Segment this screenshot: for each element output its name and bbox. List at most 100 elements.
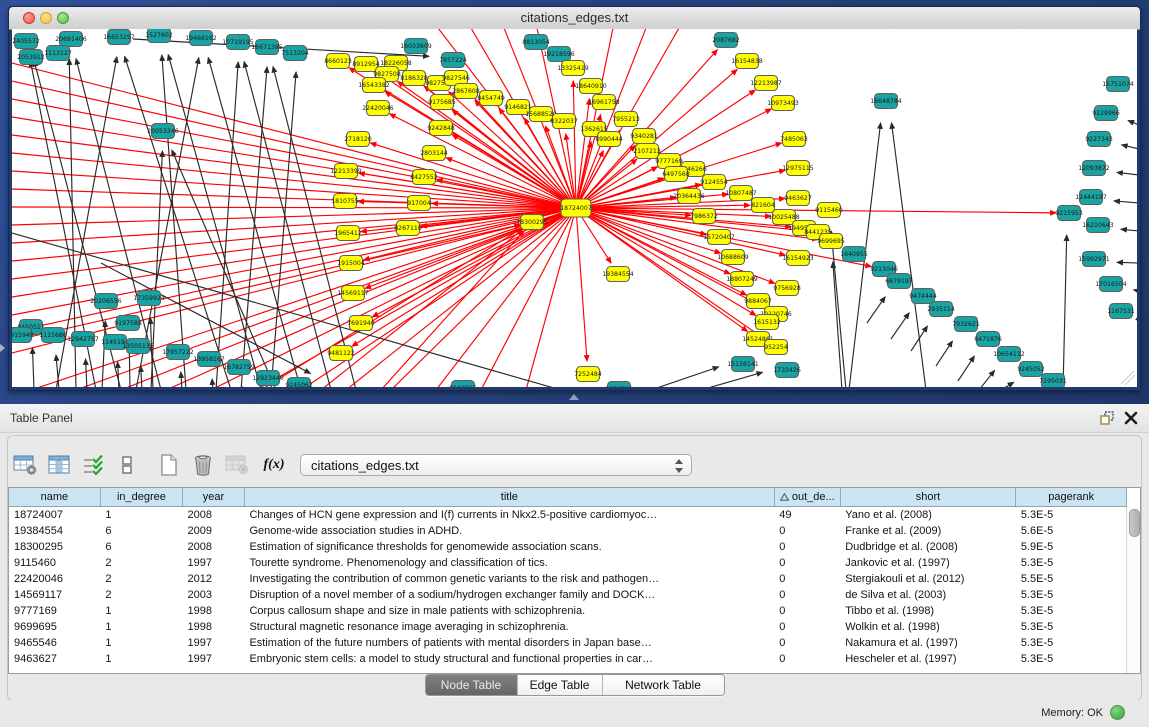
graph-node[interactable]: 9245062: [285, 378, 313, 388]
graph-node[interactable]: 8660123: [324, 54, 352, 69]
column-header-out_de[interactable]: out_de...: [774, 488, 840, 507]
table-cell[interactable]: 0: [774, 539, 840, 555]
table-cell[interactable]: 9777169: [9, 603, 100, 619]
table-cell[interactable]: 1: [100, 651, 182, 667]
graph-node[interactable]: 20691406: [55, 32, 87, 47]
graph-node[interactable]: 2718120: [344, 132, 372, 147]
graph-node[interactable]: 13325419: [557, 61, 589, 76]
network-window-titlebar[interactable]: citations_edges.txt: [9, 7, 1140, 30]
graph-node[interactable]: 9215953: [1055, 206, 1083, 221]
graph-node[interactable]: 1167531: [1107, 304, 1135, 319]
table-vertical-scrollbar[interactable]: [1126, 507, 1140, 673]
table-cell[interactable]: 5.3E-5: [1016, 587, 1127, 603]
graph-node[interactable]: 9340281: [630, 129, 658, 144]
table-cell[interactable]: 9699695: [9, 619, 100, 635]
column-header-in_degree[interactable]: in_degree: [100, 488, 182, 507]
table-cell[interactable]: Estimation of the future numbers of pati…: [244, 635, 774, 651]
memory-ok-indicator[interactable]: [1110, 705, 1125, 720]
table-cell[interactable]: 0: [774, 571, 840, 587]
table-panel-titlebar[interactable]: Table Panel: [0, 404, 1149, 433]
create-column-button[interactable]: [152, 450, 186, 480]
table-cell[interactable]: 1997: [183, 635, 245, 651]
table-cell[interactable]: 1997: [183, 651, 245, 667]
table-row[interactable]: 946554611997Estimation of the future num…: [9, 635, 1127, 651]
table-cell[interactable]: 1: [100, 635, 182, 651]
delete-column-button[interactable]: [186, 450, 220, 480]
graph-node[interactable]: 12942757: [67, 332, 99, 347]
table-cell[interactable]: Corpus callosum shape and size in male p…: [244, 603, 774, 619]
table-cell[interactable]: 0: [774, 635, 840, 651]
graph-node[interactable]: 16154838: [731, 54, 763, 69]
table-cell[interactable]: Wolkin et al. (1998): [840, 619, 1016, 635]
table-row[interactable]: 1830029562008Estimation of significance …: [9, 539, 1127, 555]
table-cell[interactable]: 5.3E-5: [1016, 555, 1127, 571]
graph-node[interactable]: 8186328: [400, 71, 428, 86]
table-cell[interactable]: 5.5E-5: [1016, 571, 1127, 587]
show-columns-button[interactable]: [42, 450, 76, 480]
table-cell[interactable]: 1: [100, 619, 182, 635]
graph-node[interactable]: 17957222: [162, 345, 194, 360]
graph-node[interactable]: 7857224: [439, 53, 467, 68]
graph-node[interactable]: 7955213: [612, 112, 640, 127]
table-cell[interactable]: 0: [774, 603, 840, 619]
delete-table-button[interactable]: [220, 450, 254, 480]
table-cell[interactable]: Jankovic et al. (1997): [840, 555, 1016, 571]
table-row[interactable]: 946362711997Embryonic stem cells: a mode…: [9, 651, 1127, 667]
table-cell[interactable]: Investigating the contribution of common…: [244, 571, 774, 587]
table-cell[interactable]: Tibbo et al. (1998): [840, 603, 1016, 619]
table-cell[interactable]: Genome-wide association studies in ADHD.: [244, 523, 774, 539]
table-cell[interactable]: 5.3E-5: [1016, 603, 1127, 619]
graph-node[interactable]: 2803144: [420, 146, 448, 161]
table-row[interactable]: 2242004622012Investigating the contribut…: [9, 571, 1127, 587]
graph-node[interactable]: 13505135: [122, 339, 154, 354]
graph-node[interactable]: 16543382: [358, 78, 390, 93]
table-cell[interactable]: Franke et al. (2009): [840, 523, 1016, 539]
graph-node[interactable]: 9115460: [815, 203, 843, 218]
graph-node[interactable]: 952254: [764, 340, 788, 355]
graph-node[interactable]: 16782759: [223, 360, 255, 375]
graph-node[interactable]: 18640910: [575, 79, 607, 94]
table-cell[interactable]: Yano et al. (2008): [840, 507, 1016, 524]
graph-node[interactable]: 7513204: [281, 46, 309, 61]
graph-node[interactable]: 16033809: [400, 39, 432, 54]
graph-node[interactable]: 16648784: [870, 94, 902, 109]
table-cell[interactable]: 2012: [183, 571, 245, 587]
table-cell[interactable]: 2: [100, 571, 182, 587]
graph-node[interactable]: 1915004: [337, 256, 365, 271]
graph-node[interactable]: 17359924: [133, 291, 165, 306]
table-row[interactable]: 1938455462009Genome-wide association stu…: [9, 523, 1127, 539]
graph-node[interactable]: 1615132: [753, 315, 781, 330]
graph-node[interactable]: 2867608: [452, 84, 480, 99]
graph-node[interactable]: 9756928: [773, 281, 801, 296]
table-cell[interactable]: 2009: [183, 523, 245, 539]
table-cell[interactable]: 0: [774, 619, 840, 635]
graph-node[interactable]: 1527602: [145, 29, 173, 43]
table-cell[interactable]: 1998: [183, 619, 245, 635]
table-cell[interactable]: 5.9E-5: [1016, 539, 1127, 555]
graph-node[interactable]: 9699695: [817, 234, 845, 249]
graph-node[interactable]: 6879197: [885, 274, 913, 289]
table-mode-button[interactable]: [8, 450, 42, 480]
graph-node[interactable]: 7485063: [780, 132, 808, 147]
graph-node[interactable]: 9197588: [114, 316, 142, 331]
table-row[interactable]: 969969511998Structural magnetic resonanc…: [9, 619, 1127, 635]
graph-node[interactable]: 10719195: [222, 35, 254, 50]
table-cell[interactable]: 2: [100, 555, 182, 571]
graph-node[interactable]: 22420046: [362, 101, 394, 116]
table-cell[interactable]: 49: [774, 507, 840, 524]
table-cell[interactable]: 5.6E-5: [1016, 523, 1127, 539]
row-height-button[interactable]: [110, 450, 144, 480]
table-selector-dropdown[interactable]: citations_edges.txt: [300, 454, 692, 476]
split-divider-handle[interactable]: [569, 394, 579, 400]
column-header-title[interactable]: title: [244, 488, 774, 507]
graph-node[interactable]: 8267110: [394, 221, 422, 236]
table-cell[interactable]: 5.3E-5: [1016, 619, 1127, 635]
network-graph[interactable]: 2405572206914062053912111312716653257152…: [12, 29, 1137, 387]
table-cell[interactable]: Tourette syndrome. Phenomenology and cla…: [244, 555, 774, 571]
table-cell[interactable]: 19384554: [9, 523, 100, 539]
graph-node[interactable]: 12923446: [252, 371, 284, 386]
graph-node[interactable]: 1113127: [44, 46, 72, 61]
table-cell[interactable]: 1998: [183, 603, 245, 619]
table-cell[interactable]: 1997: [183, 555, 245, 571]
table-cell[interactable]: 2008: [183, 507, 245, 524]
